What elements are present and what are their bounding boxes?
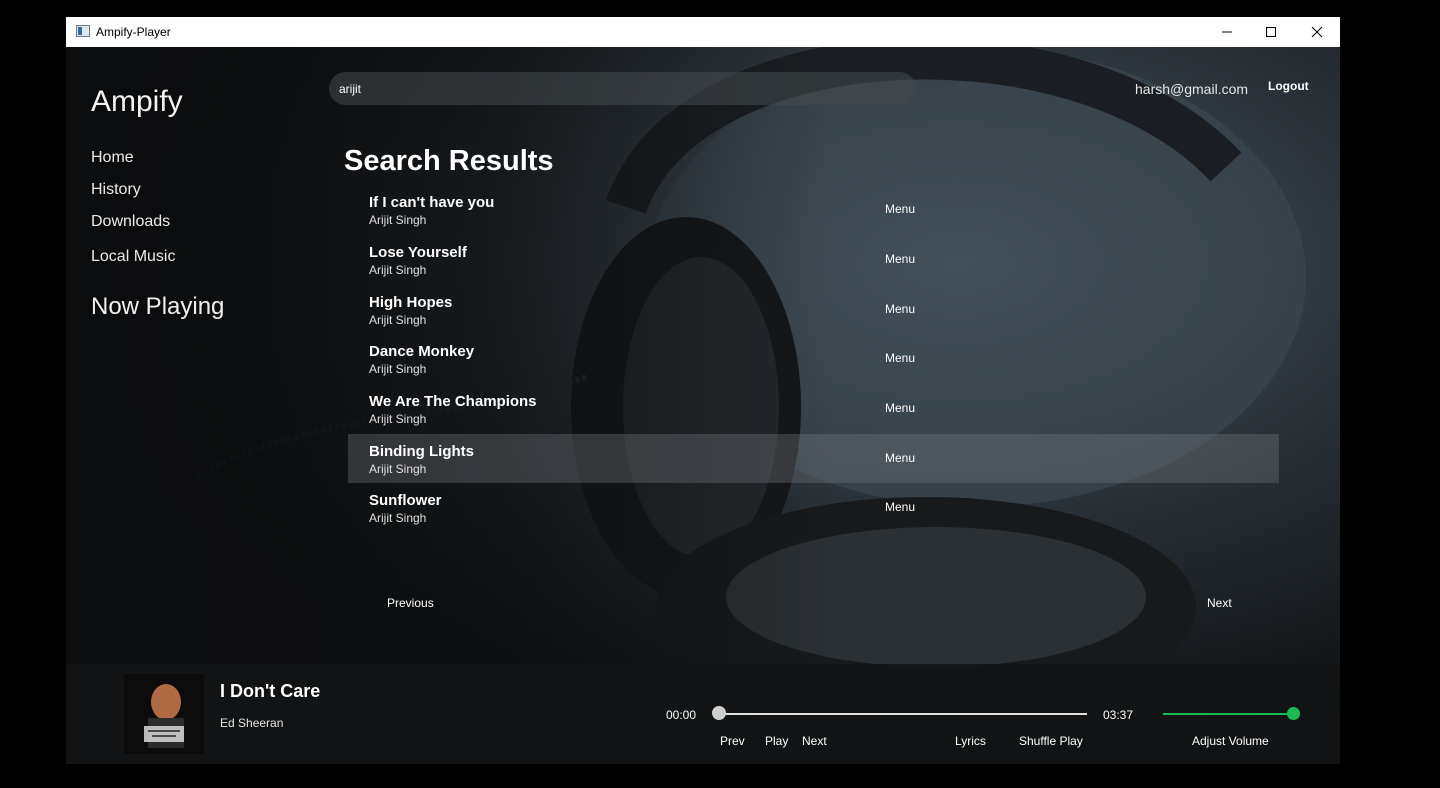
song-title: We Are The Champions [369, 393, 537, 410]
app-window: Ampify-Player Ampify Home History Downlo… [66, 17, 1340, 764]
now-playing-title: I Don't Care [220, 681, 321, 701]
result-row[interactable]: If I can't have you Arijit Singh Menu [348, 190, 1279, 239]
window-title: Ampify-Player [96, 25, 171, 39]
song-title: If I can't have you [369, 194, 495, 211]
sidebar-item-local-music[interactable]: Local Music [91, 248, 175, 266]
volume-slider[interactable] [1163, 713, 1293, 715]
page-title: Search Results [344, 145, 554, 177]
sidebar-item-downloads[interactable]: Downloads [91, 213, 170, 231]
song-artist: Arijit Singh [369, 213, 427, 227]
result-row[interactable]: Dance Monkey Arijit Singh Menu [348, 339, 1279, 388]
shuffle-play-button[interactable]: Shuffle Play [1019, 734, 1083, 748]
result-row-selected[interactable]: Binding Lights Arijit Singh Menu [348, 434, 1279, 483]
song-title: Binding Lights [369, 443, 474, 460]
total-time: 03:37 [1103, 708, 1134, 722]
result-row[interactable]: Sunflower Arijit Singh Menu [348, 488, 1279, 537]
title-bar: Ampify-Player [66, 17, 1340, 47]
player-bar: I Don't Care Ed Sheeran 00:00 03:37 Prev… [66, 664, 1340, 764]
close-button[interactable] [1294, 17, 1340, 47]
song-title: Lose Yourself [369, 244, 467, 261]
song-artist: Arijit Singh [369, 263, 427, 277]
seek-bar[interactable] [719, 713, 1087, 715]
song-artist: Arijit Singh [369, 511, 427, 525]
prev-button[interactable]: Prev [720, 734, 745, 748]
result-row[interactable]: High Hopes Arijit Singh Menu [348, 290, 1279, 339]
now-playing-artist: Ed Sheeran [220, 716, 284, 730]
song-title: Dance Monkey [369, 343, 475, 360]
minimize-icon [1222, 31, 1232, 33]
logout-button[interactable]: Logout [1268, 79, 1309, 93]
next-page-button[interactable]: Next [1207, 596, 1232, 610]
minimize-button[interactable] [1204, 17, 1250, 47]
song-title: High Hopes [369, 294, 453, 311]
song-menu-button[interactable]: Menu [885, 252, 915, 266]
current-time: 00:00 [666, 708, 697, 722]
maximize-icon [1266, 27, 1276, 37]
result-row[interactable]: Lose Yourself Arijit Singh Menu [348, 240, 1279, 289]
close-icon [1311, 26, 1323, 38]
app-brand: Ampify [91, 85, 183, 118]
previous-page-button[interactable]: Previous [387, 596, 434, 610]
maximize-button[interactable] [1248, 17, 1294, 47]
song-menu-button[interactable]: Menu [885, 401, 915, 415]
play-button[interactable]: Play [765, 734, 788, 748]
sidebar-item-now-playing[interactable]: Now Playing [91, 293, 224, 321]
song-artist: Arijit Singh [369, 412, 427, 426]
song-menu-button[interactable]: Menu [885, 351, 915, 365]
song-artist: Arijit Singh [369, 313, 427, 327]
app-content: Ampify Home History Downloads Local Musi… [66, 47, 1340, 764]
song-menu-button[interactable]: Menu [885, 500, 915, 514]
song-title: Sunflower [369, 492, 442, 509]
song-menu-button[interactable]: Menu [885, 451, 915, 465]
app-icon [76, 25, 90, 37]
sidebar-item-home[interactable]: Home [91, 149, 134, 167]
adjust-volume-label: Adjust Volume [1192, 734, 1269, 748]
sidebar-item-history[interactable]: History [91, 181, 141, 199]
result-row[interactable]: We Are The Champions Arijit Singh Menu [348, 389, 1279, 438]
lyrics-button[interactable]: Lyrics [955, 734, 986, 748]
user-email: harsh@gmail.com [1135, 81, 1249, 97]
song-artist: Arijit Singh [369, 362, 427, 376]
song-artist: Arijit Singh [369, 462, 427, 476]
next-button[interactable]: Next [802, 734, 827, 748]
song-menu-button[interactable]: Menu [885, 202, 915, 216]
volume-handle[interactable] [1287, 707, 1300, 720]
song-menu-button[interactable]: Menu [885, 302, 915, 316]
album-art [124, 674, 204, 754]
search-input[interactable] [329, 72, 916, 105]
seek-handle[interactable] [712, 706, 726, 720]
